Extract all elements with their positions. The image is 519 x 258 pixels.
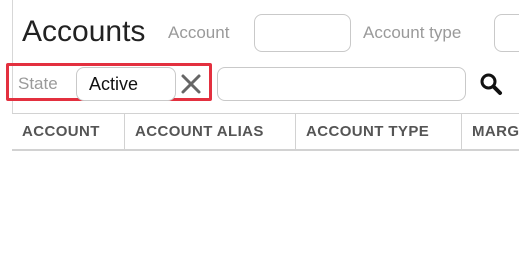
column-header-account[interactable]: ACCOUNT <box>12 114 125 150</box>
column-header-margin[interactable]: MARG <box>462 114 519 150</box>
search-icon[interactable] <box>478 71 504 97</box>
state-filter-value[interactable]: Active <box>76 67 176 101</box>
state-filter-label: State <box>18 74 58 93</box>
column-header-account-alias[interactable]: ACCOUNT ALIAS <box>125 114 296 150</box>
close-icon[interactable] <box>178 71 204 97</box>
account-type-filter-input[interactable] <box>494 14 519 52</box>
account-filter-input[interactable] <box>254 14 351 52</box>
search-input[interactable] <box>217 67 466 101</box>
table-header: ACCOUNT ACCOUNT ALIAS ACCOUNT TYPE MARG <box>12 113 519 151</box>
account-filter-label: Account <box>168 23 230 42</box>
table-body <box>12 151 519 258</box>
column-header-account-type[interactable]: ACCOUNT TYPE <box>296 114 462 150</box>
account-type-filter-label: Account type <box>363 23 462 42</box>
accounts-page: Accounts Account Account type State Acti… <box>0 0 519 258</box>
page-title: Accounts <box>22 15 146 48</box>
